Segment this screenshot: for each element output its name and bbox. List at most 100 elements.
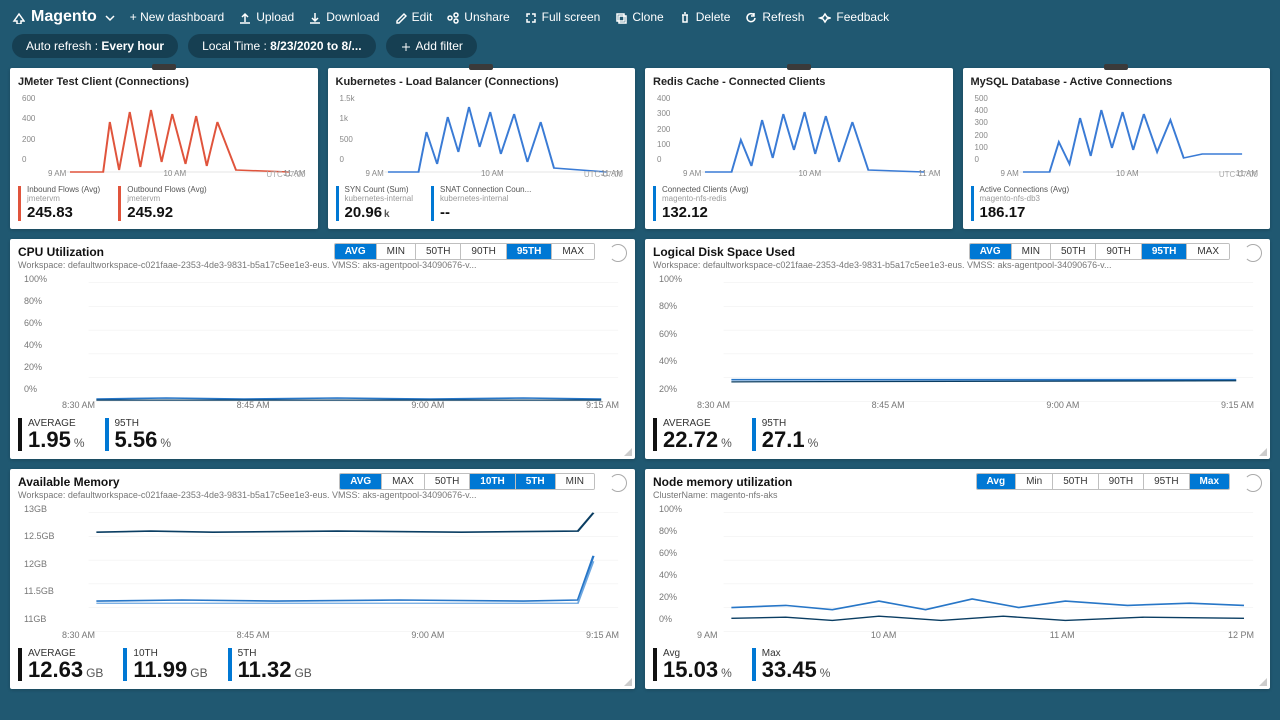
stat-selector: AVGMAX50TH10TH5THMIN <box>339 473 595 490</box>
feedback-button[interactable]: Feedback <box>818 10 889 24</box>
metric-tile[interactable]: Redis Cache - Connected Clients 40030020… <box>645 68 953 229</box>
stat-block: 10TH11.99GB <box>123 648 207 681</box>
panel-subtitle: Workspace: defaultworkspace-c021faae-235… <box>18 260 627 270</box>
stat-tab[interactable]: AVG <box>970 244 1012 259</box>
stat-tab[interactable]: 90TH <box>1099 474 1144 489</box>
panel-title: MySQL Database - Active Connections <box>971 76 1263 88</box>
chart-panel[interactable]: CPU Utilization AVGMIN50TH90TH95THMAX Wo… <box>10 239 635 459</box>
line-chart: 13GB12.5GB12GB11.5GB11GB 8:30 AM8:45 AM9… <box>18 502 627 642</box>
sparkline-chart: 5004003002001000 9 AM10 AM11 AM UTC-07:0… <box>971 92 1263 182</box>
stat-block: AVERAGE1.95% <box>18 418 85 451</box>
auto-refresh-pill[interactable]: Auto refresh : Every hour <box>12 34 178 58</box>
stat-block: AVERAGE22.72% <box>653 418 732 451</box>
stat-block: 5TH11.32GB <box>228 648 312 681</box>
panel-title: Node memory utilization <box>653 475 792 489</box>
stat-selector: AvgMin50TH90TH95THMax <box>976 473 1230 490</box>
filter-icon <box>400 41 411 52</box>
time-range-pill[interactable]: Local Time : 8/23/2020 to 8/... <box>188 34 375 58</box>
chevron-down-icon <box>103 11 116 24</box>
chart-panel[interactable]: Available Memory AVGMAX50TH10TH5THMIN Wo… <box>10 469 635 689</box>
stat-tab[interactable]: MAX <box>382 474 425 489</box>
panel-title: Available Memory <box>18 475 120 489</box>
stat-tab[interactable]: AVG <box>335 244 377 259</box>
metric-tile[interactable]: MySQL Database - Active Connections 5004… <box>963 68 1271 229</box>
clone-button[interactable]: Clone <box>614 10 663 24</box>
stat-block: Max33.45% <box>752 648 831 681</box>
stat-block: 95TH5.56% <box>105 418 172 451</box>
stat-tab[interactable]: 10TH <box>470 474 515 489</box>
upload-button[interactable]: Upload <box>238 10 294 24</box>
delete-button[interactable]: Delete <box>678 10 731 24</box>
dashboard-icon <box>12 11 25 24</box>
refresh-icon[interactable] <box>1244 244 1262 262</box>
stat-tab[interactable]: 90TH <box>461 244 506 259</box>
fullscreen-button[interactable]: Full screen <box>524 10 601 24</box>
refresh-icon[interactable] <box>609 244 627 262</box>
stat-tab[interactable]: 95TH <box>507 244 552 259</box>
chart-panel[interactable]: Logical Disk Space Used AVGMIN50TH90TH95… <box>645 239 1270 459</box>
metric: Connected Clients (Avg)magento-nfs-redis… <box>653 186 749 221</box>
stat-tab[interactable]: 50TH <box>416 244 461 259</box>
stat-selector: AVGMIN50TH90TH95THMAX <box>334 243 595 260</box>
stat-tab[interactable]: MAX <box>1187 244 1229 259</box>
resize-handle[interactable] <box>1259 448 1267 456</box>
edit-button[interactable]: Edit <box>394 10 433 24</box>
metric: SYN Count (Sum)kubernetes-internal20.96k <box>336 186 413 221</box>
dashboard-title[interactable]: Magento <box>12 8 116 26</box>
download-button[interactable]: Download <box>308 10 379 24</box>
stat-tab[interactable]: 5TH <box>516 474 556 489</box>
refresh-button[interactable]: Refresh <box>744 10 804 24</box>
sparkline-chart: 1.5k1k5000 9 AM10 AM11 AM UTC-07:00 <box>336 92 628 182</box>
refresh-icon[interactable] <box>1244 474 1262 492</box>
drag-handle[interactable] <box>469 64 493 70</box>
line-chart: 100%80%60%40%20%0% 9 AM10 AM11 AM12 PM <box>653 502 1262 642</box>
add-filter-button[interactable]: Add filter <box>386 34 477 58</box>
panel-subtitle: ClusterName: magento-nfs-aks <box>653 490 1262 500</box>
sparkline-chart: 6004002000 9 AM10 AM11 AM UTC-07:00 <box>18 92 310 182</box>
panel-subtitle: Workspace: defaultworkspace-c021faae-235… <box>18 490 627 500</box>
stat-tab[interactable]: 50TH <box>425 474 470 489</box>
stat-block: Avg15.03% <box>653 648 732 681</box>
chart-panel[interactable]: Node memory utilization AvgMin50TH90TH95… <box>645 469 1270 689</box>
metric-tile[interactable]: Kubernetes - Load Balancer (Connections)… <box>328 68 636 229</box>
stat-tab[interactable]: MIN <box>556 474 594 489</box>
stat-tab[interactable]: Avg <box>977 474 1017 489</box>
stat-tab[interactable]: 90TH <box>1096 244 1141 259</box>
filter-bar: Auto refresh : Every hour Local Time : 8… <box>0 34 1280 68</box>
panel-subtitle: Workspace: defaultworkspace-c021faae-235… <box>653 260 1262 270</box>
new-dashboard-button[interactable]: + New dashboard <box>130 10 224 24</box>
metric: Active Connections (Avg)magento-nfs-db31… <box>971 186 1070 221</box>
resize-handle[interactable] <box>1259 678 1267 686</box>
drag-handle[interactable] <box>152 64 176 70</box>
panel-title: Redis Cache - Connected Clients <box>653 76 945 88</box>
sparkline-chart: 4003002001000 9 AM10 AM11 AM <box>653 92 945 182</box>
stat-tab[interactable]: 95TH <box>1142 244 1187 259</box>
line-chart: 100%80%60%40%20%0% 8:30 AM8:45 AM9:00 AM… <box>18 272 627 412</box>
stat-tab[interactable]: MIN <box>377 244 416 259</box>
resize-handle[interactable] <box>624 448 632 456</box>
stat-tab[interactable]: Max <box>1190 474 1229 489</box>
panel-title: CPU Utilization <box>18 245 104 259</box>
metric: SNAT Connection Coun...kubernetes-intern… <box>431 186 531 221</box>
resize-handle[interactable] <box>624 678 632 686</box>
stat-block: 95TH27.1% <box>752 418 819 451</box>
stat-tab[interactable]: Min <box>1016 474 1053 489</box>
command-bar: Magento + New dashboard Upload Download … <box>0 0 1280 34</box>
panel-title: Kubernetes - Load Balancer (Connections) <box>336 76 628 88</box>
drag-handle[interactable] <box>787 64 811 70</box>
stat-selector: AVGMIN50TH90TH95THMAX <box>969 243 1230 260</box>
stat-tab[interactable]: AVG <box>340 474 382 489</box>
stat-tab[interactable]: 50TH <box>1051 244 1096 259</box>
panel-title: Logical Disk Space Used <box>653 245 795 259</box>
line-chart: 100%80%60%40%20% 8:30 AM8:45 AM9:00 AM9:… <box>653 272 1262 412</box>
unshare-button[interactable]: Unshare <box>446 10 509 24</box>
panel-title: JMeter Test Client (Connections) <box>18 76 310 88</box>
metric-tile[interactable]: JMeter Test Client (Connections) 6004002… <box>10 68 318 229</box>
metric: Outbound Flows (Avg)jmetervm245.92 <box>118 186 206 221</box>
stat-tab[interactable]: 50TH <box>1053 474 1098 489</box>
stat-tab[interactable]: 95TH <box>1144 474 1189 489</box>
stat-tab[interactable]: MIN <box>1012 244 1051 259</box>
refresh-icon[interactable] <box>609 474 627 492</box>
drag-handle[interactable] <box>1104 64 1128 70</box>
stat-tab[interactable]: MAX <box>552 244 594 259</box>
